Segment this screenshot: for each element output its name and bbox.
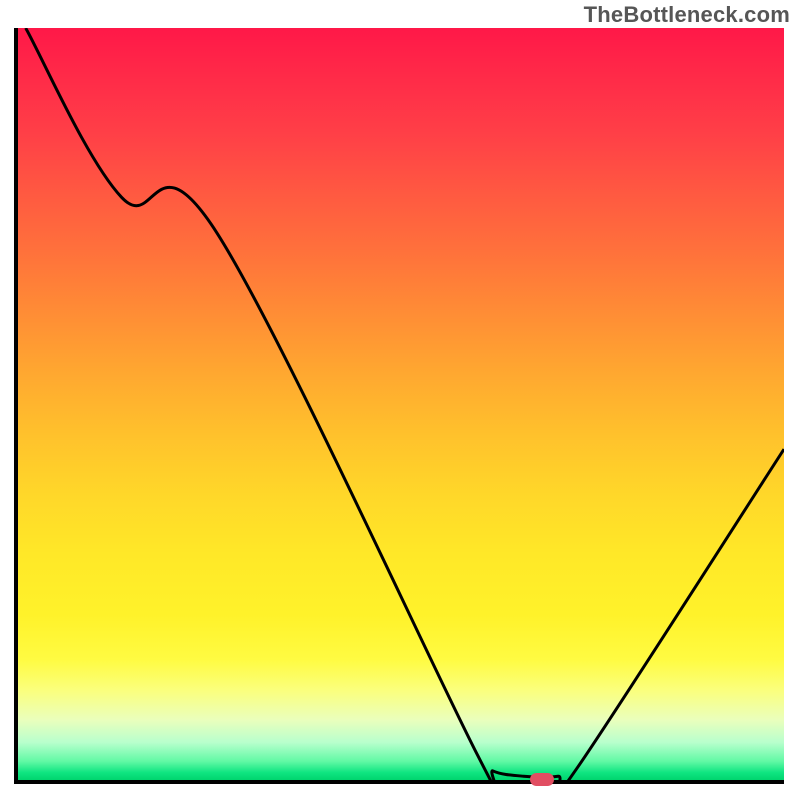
- chart-curve: [18, 28, 784, 780]
- optimal-marker: [530, 773, 554, 786]
- chart-area: [14, 28, 784, 784]
- watermark-text: TheBottleneck.com: [584, 2, 790, 28]
